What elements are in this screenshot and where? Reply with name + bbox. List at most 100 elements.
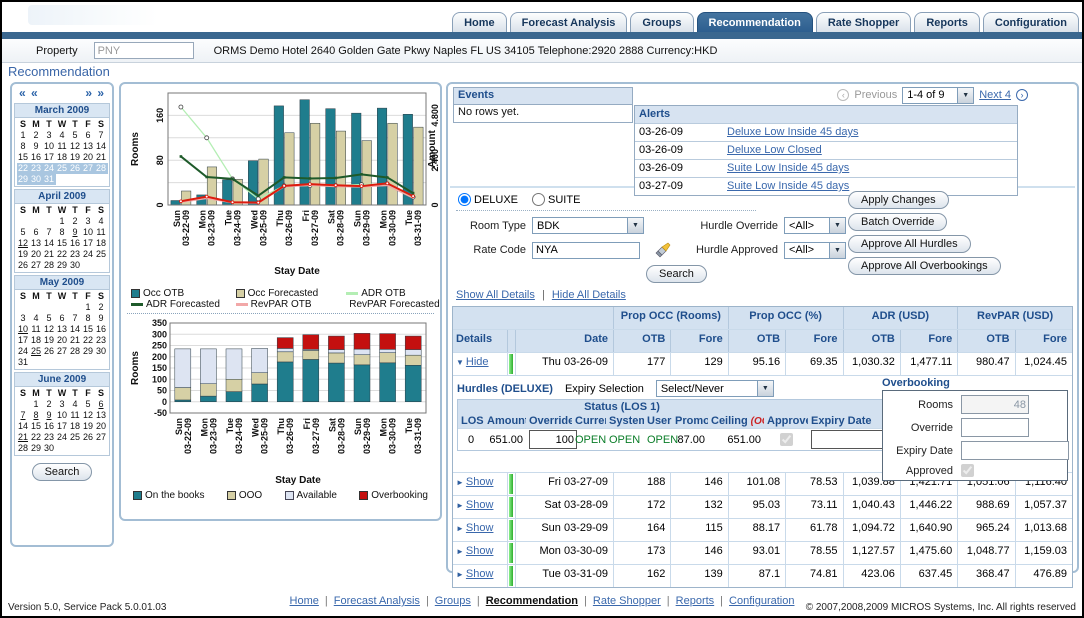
calendar-day[interactable]: 7 bbox=[17, 410, 30, 421]
hurdle-override-select[interactable]: <All>▼ bbox=[784, 217, 846, 234]
calendar-day[interactable]: 26 bbox=[69, 163, 82, 174]
tab-recommendation[interactable]: Recommendation bbox=[697, 12, 813, 32]
alerts-range-select[interactable]: 1-4 of 9 ▼ bbox=[902, 87, 974, 104]
calendar-day[interactable]: 3 bbox=[17, 313, 30, 324]
calendar-day[interactable]: 22 bbox=[82, 335, 95, 346]
hurdle-approved-select[interactable]: <All>▼ bbox=[784, 242, 846, 259]
calendar-day[interactable]: 22 bbox=[30, 432, 43, 443]
calendar-day[interactable]: 10 bbox=[43, 141, 56, 152]
calendar-day[interactable]: 9 bbox=[69, 227, 82, 238]
calendar-day[interactable]: 5 bbox=[69, 130, 82, 141]
alert-link[interactable]: Deluxe Low Inside 45 days bbox=[723, 124, 1017, 141]
room-type-select[interactable]: BDK▼ bbox=[532, 217, 644, 234]
action-batch-override[interactable]: Batch Override bbox=[848, 213, 947, 231]
calendar-day[interactable]: 12 bbox=[17, 238, 30, 249]
calendar-day[interactable]: 24 bbox=[43, 163, 56, 174]
calendar-day[interactable]: 7 bbox=[69, 313, 82, 324]
calendar-day[interactable]: 23 bbox=[43, 432, 56, 443]
calendar-day[interactable]: 29 bbox=[30, 443, 43, 454]
calendar-day[interactable]: 21 bbox=[17, 432, 30, 443]
calendar-day[interactable]: 26 bbox=[82, 432, 95, 443]
calendar-day[interactable]: 11 bbox=[56, 141, 69, 152]
calendar-day[interactable]: 13 bbox=[30, 238, 43, 249]
footer-link-reports[interactable]: Reports bbox=[676, 595, 715, 607]
calendar-day[interactable]: 28 bbox=[69, 346, 82, 357]
calendar-day[interactable]: 5 bbox=[43, 313, 56, 324]
calendar-day[interactable]: 6 bbox=[95, 399, 108, 410]
calendar-day[interactable]: 14 bbox=[69, 324, 82, 335]
calendar-day[interactable]: 6 bbox=[82, 130, 95, 141]
calendar-day[interactable]: 29 bbox=[17, 174, 30, 185]
calendar-day[interactable]: 30 bbox=[43, 443, 56, 454]
overbooking-expiry-input[interactable] bbox=[961, 441, 1069, 460]
hide-details-link[interactable]: Hide bbox=[466, 356, 489, 368]
next-link[interactable]: Next 4 bbox=[979, 89, 1011, 101]
calendar-day[interactable]: 23 bbox=[95, 335, 108, 346]
calendar-day[interactable]: 6 bbox=[30, 227, 43, 238]
calendar-day[interactable]: 30 bbox=[69, 260, 82, 271]
calendar-day[interactable]: 25 bbox=[69, 432, 82, 443]
calendar-day[interactable]: 9 bbox=[30, 141, 43, 152]
footer-link-forecast-analysis[interactable]: Forecast Analysis bbox=[334, 595, 420, 607]
tab-reports[interactable]: Reports bbox=[914, 12, 980, 32]
footer-link-groups[interactable]: Groups bbox=[435, 595, 471, 607]
rate-code-input[interactable] bbox=[532, 242, 640, 259]
property-input[interactable] bbox=[94, 42, 194, 59]
calendar-day[interactable]: 7 bbox=[43, 227, 56, 238]
action-approve-all-hurdles[interactable]: Approve All Hurdles bbox=[848, 235, 971, 253]
calendar-day[interactable]: 15 bbox=[56, 238, 69, 249]
calendar-day[interactable]: 10 bbox=[82, 227, 95, 238]
suite-radio[interactable] bbox=[532, 193, 545, 206]
show-details-link[interactable]: Show bbox=[466, 522, 494, 534]
calendar-day[interactable]: 21 bbox=[43, 249, 56, 260]
calendar-day[interactable]: 8 bbox=[30, 410, 43, 421]
calendar-day[interactable]: 8 bbox=[17, 141, 30, 152]
calendar-day[interactable]: 14 bbox=[17, 421, 30, 432]
calendar-day[interactable]: 4 bbox=[56, 130, 69, 141]
calendar-day[interactable]: 20 bbox=[30, 249, 43, 260]
calendar-day[interactable]: 16 bbox=[69, 238, 82, 249]
calendar-day[interactable]: 21 bbox=[69, 335, 82, 346]
calendar-day[interactable]: 8 bbox=[82, 313, 95, 324]
calendar-day[interactable]: 28 bbox=[43, 260, 56, 271]
calendar-day[interactable]: 4 bbox=[30, 313, 43, 324]
calendar-day[interactable]: 24 bbox=[17, 346, 30, 357]
calendar-day[interactable]: 28 bbox=[95, 163, 108, 174]
suite-option[interactable]: SUITE bbox=[532, 193, 580, 206]
calendar-day[interactable]: 3 bbox=[43, 130, 56, 141]
calendar-day[interactable]: 18 bbox=[95, 238, 108, 249]
calendar-day[interactable]: 17 bbox=[43, 152, 56, 163]
tab-home[interactable]: Home bbox=[452, 12, 507, 32]
calendar-day[interactable]: 20 bbox=[95, 421, 108, 432]
calendar-day[interactable]: 25 bbox=[56, 163, 69, 174]
calendar-day[interactable]: 18 bbox=[30, 335, 43, 346]
calendar-day[interactable]: 2 bbox=[95, 302, 108, 313]
footer-link-recommendation[interactable]: Recommendation bbox=[486, 595, 578, 607]
calendar-day[interactable]: 13 bbox=[56, 324, 69, 335]
calendar-day[interactable]: 2 bbox=[30, 130, 43, 141]
calendar-day[interactable]: 18 bbox=[69, 421, 82, 432]
tab-rate-shopper[interactable]: Rate Shopper bbox=[816, 12, 912, 32]
calendar-day[interactable]: 10 bbox=[17, 324, 30, 335]
calendar-prev-button[interactable]: « « bbox=[19, 86, 39, 101]
calendar-day[interactable]: 30 bbox=[30, 174, 43, 185]
calendar-day[interactable]: 19 bbox=[17, 249, 30, 260]
calendar-day[interactable]: 2 bbox=[69, 216, 82, 227]
calendar-day[interactable]: 23 bbox=[69, 249, 82, 260]
calendar-day[interactable]: 27 bbox=[95, 432, 108, 443]
calendar-day[interactable]: 26 bbox=[17, 260, 30, 271]
calendar-day[interactable]: 15 bbox=[30, 421, 43, 432]
calendar-day[interactable]: 11 bbox=[30, 324, 43, 335]
calendar-day[interactable]: 19 bbox=[69, 152, 82, 163]
calendar-day[interactable]: 16 bbox=[30, 152, 43, 163]
hurdle-override-input[interactable] bbox=[529, 430, 577, 449]
calendar-day[interactable]: 20 bbox=[56, 335, 69, 346]
calendar-day[interactable]: 24 bbox=[82, 249, 95, 260]
calendar-day[interactable]: 13 bbox=[95, 410, 108, 421]
calendar-day[interactable]: 21 bbox=[95, 152, 108, 163]
calendar-day[interactable]: 26 bbox=[43, 346, 56, 357]
calendar-day[interactable]: 3 bbox=[56, 399, 69, 410]
search-button[interactable]: Search bbox=[646, 265, 707, 283]
calendar-day[interactable]: 19 bbox=[82, 421, 95, 432]
sidebar-search-button[interactable]: Search bbox=[32, 463, 93, 481]
